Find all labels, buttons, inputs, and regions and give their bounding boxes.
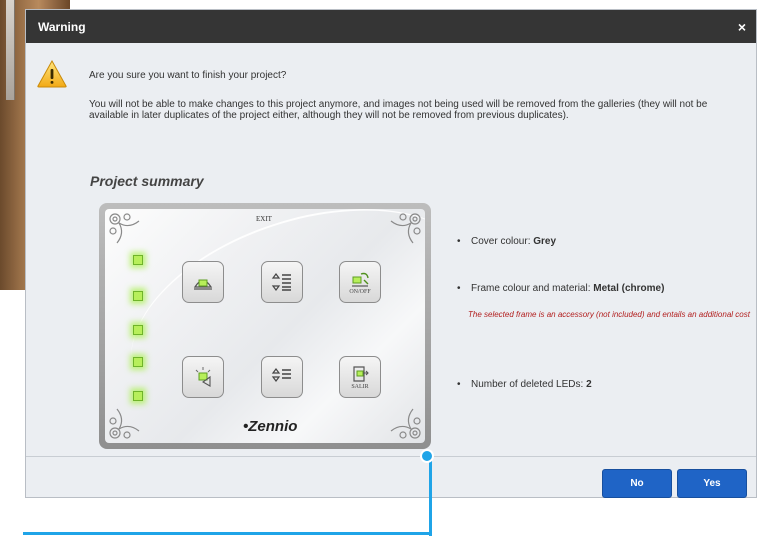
- tile-on-off-label: ON/OFF: [349, 288, 371, 295]
- exit-label: EXIT: [256, 215, 272, 223]
- tile-blinds-list: [261, 356, 303, 398]
- status-led: [133, 291, 143, 301]
- yes-button[interactable]: Yes: [677, 469, 747, 498]
- blinds-list-icon: [271, 368, 291, 382]
- footer-divider: [26, 456, 756, 457]
- floral-ornament-icon: [390, 213, 421, 244]
- background-device-edge: [6, 0, 15, 100]
- floral-ornament-icon: [109, 213, 140, 244]
- project-summary-title: Project summary: [90, 173, 204, 189]
- floral-ornament-icon: [109, 408, 140, 439]
- warning-triangle-icon: [37, 60, 67, 88]
- callout-line: [429, 455, 432, 536]
- tile-dimmer: [182, 356, 224, 398]
- tile-on-off: ON/OFF: [339, 261, 381, 303]
- summary-item-leds: • Number of deleted LEDs: 2: [457, 379, 592, 390]
- summary-item-frame: • Frame colour and material: Metal (chrom…: [457, 283, 665, 294]
- status-led: [133, 357, 143, 367]
- dialog-title: Warning: [38, 19, 86, 34]
- exit-door-icon: [353, 365, 369, 382]
- close-icon[interactable]: ×: [738, 19, 746, 35]
- switch-preview-frame: EXIT ON/OFF SALIR •Zennio: [99, 203, 431, 449]
- tile-light: [182, 261, 224, 303]
- no-button[interactable]: No: [602, 469, 672, 498]
- tile-exit-label: SALIR: [351, 383, 369, 390]
- tile-blinds: [261, 261, 303, 303]
- status-led: [133, 255, 143, 265]
- confirm-question: Are you sure you want to finish your pro…: [89, 70, 287, 81]
- dialog-titlebar: Warning ×: [26, 10, 756, 43]
- status-led: [133, 391, 143, 401]
- summary-item-cover: • Cover colour: Grey: [457, 236, 557, 247]
- switch-preview: EXIT ON/OFF SALIR •Zennio: [105, 209, 425, 443]
- frame-accessory-note: The selected frame is an accessory (not …: [468, 310, 750, 319]
- confirm-message: You will not be able to make changes to …: [89, 99, 708, 121]
- callout-dot: [420, 449, 434, 463]
- plant-on-off-icon: [352, 272, 369, 287]
- dimmer-lamp-icon: [195, 367, 211, 387]
- status-led: [133, 325, 143, 335]
- tile-exit: SALIR: [339, 356, 381, 398]
- brand-logo: •Zennio: [243, 418, 298, 435]
- warning-dialog: Warning × Are you sure you want to finis…: [25, 9, 757, 498]
- blinds-up-down-icon: [271, 273, 291, 291]
- floral-ornament-icon: [390, 408, 421, 439]
- light-bulb-icon: [193, 279, 213, 290]
